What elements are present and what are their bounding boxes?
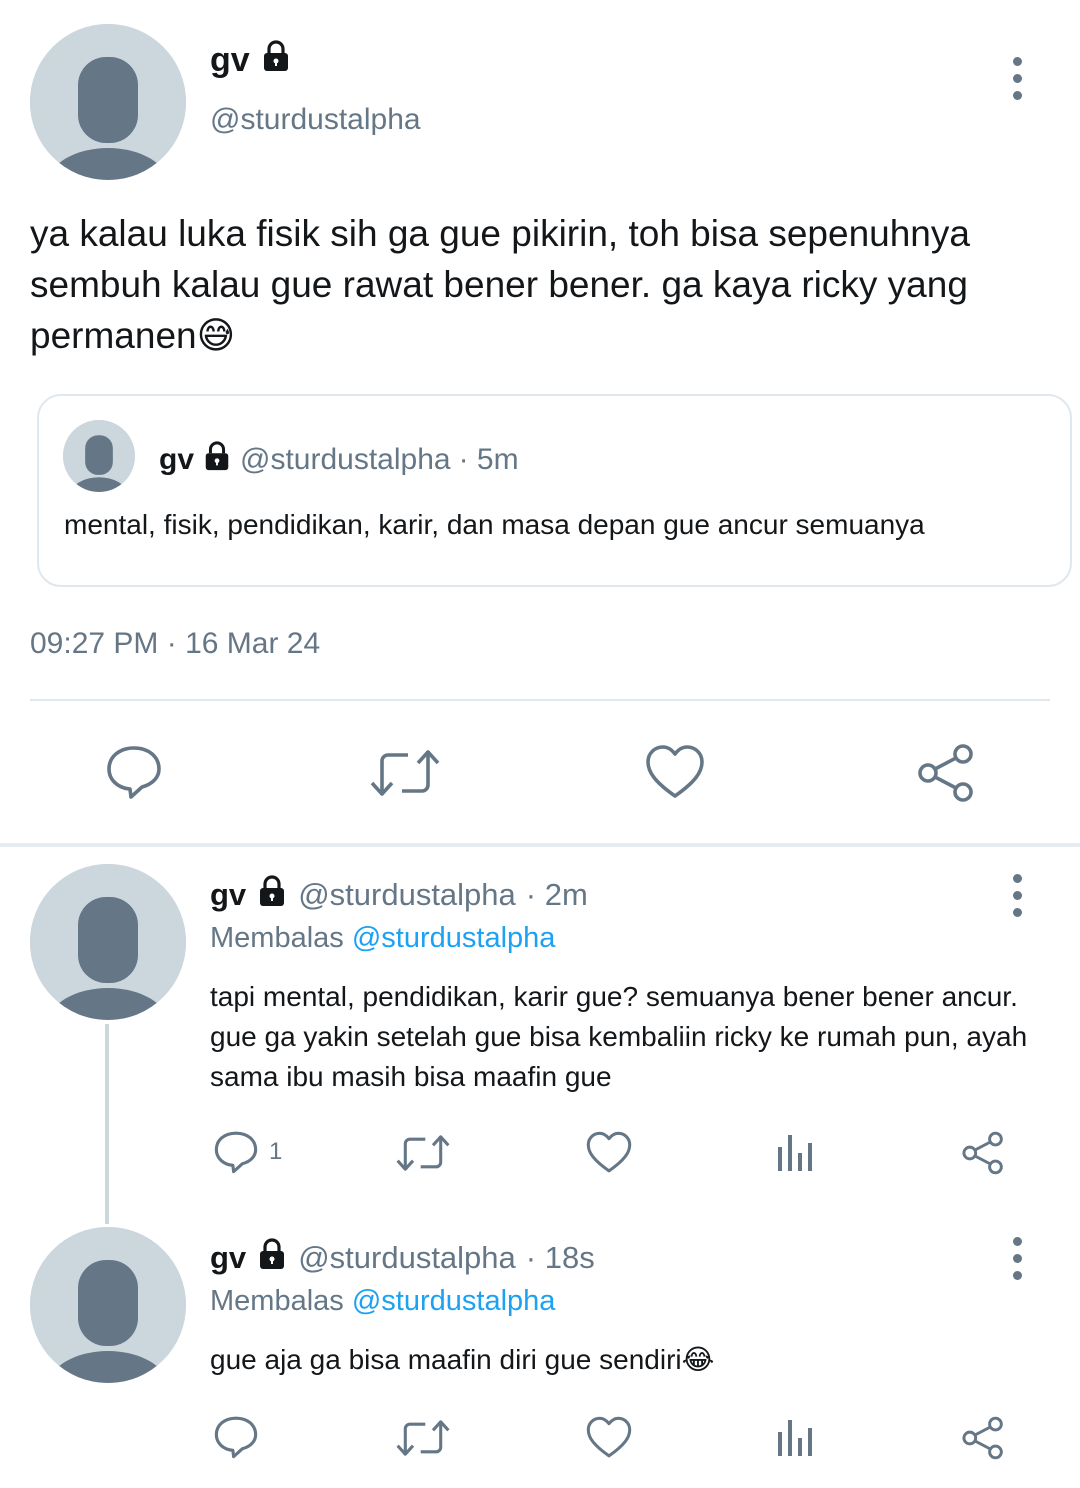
sweat-smile-emoji: 😅 <box>196 315 236 356</box>
replying-to: Membalas @sturdustalpha <box>210 1285 555 1318</box>
heart-icon <box>646 745 704 798</box>
reply-text: gue aja ga bisa maafin diri gue sendiri😂 <box>210 1340 1030 1380</box>
reply-body: tapi mental, pendidikan, karir gue? semu… <box>210 981 1028 1092</box>
reply-icon <box>214 1131 258 1174</box>
share-button[interactable] <box>915 743 977 803</box>
reply-icon <box>107 746 161 799</box>
retweet-icon <box>370 750 440 796</box>
retweet-icon <box>396 1135 450 1171</box>
share-icon <box>918 744 973 802</box>
reply-icon <box>214 1416 258 1459</box>
share-button[interactable] <box>960 1131 1006 1175</box>
replying-to-handle[interactable]: @sturdustalpha <box>352 922 556 954</box>
replying-to-label: Membalas <box>210 1285 344 1317</box>
reply-body: gue aja ga bisa maafin diri gue sendiri <box>210 1344 682 1375</box>
main-author-handle[interactable]: @sturdustalpha <box>210 103 421 137</box>
views-button[interactable] <box>776 1133 816 1173</box>
main-avatar[interactable] <box>30 24 186 180</box>
share-button[interactable] <box>960 1416 1006 1460</box>
quoted-tweet-header: gv @sturdustalpha · 5m <box>159 441 519 479</box>
retweet-button[interactable] <box>370 747 440 799</box>
main-tweet-timestamp: 09:27 PM · 16 Mar 24 <box>30 627 321 660</box>
joy-emoji: 😂 <box>681 1344 715 1375</box>
retweet-button[interactable] <box>396 1133 450 1173</box>
quoted-tweet-age: · 5m <box>458 443 519 476</box>
heart-icon <box>586 1131 632 1173</box>
reply-avatar[interactable] <box>30 1227 186 1383</box>
reply-header: gv @sturdustalpha · 18s <box>210 1238 595 1278</box>
more-options-icon[interactable] <box>1009 874 1025 925</box>
retweet-icon <box>396 1420 450 1456</box>
quoted-author-handle: @sturdustalpha <box>240 443 451 476</box>
reply-author-name[interactable]: gv <box>210 877 246 913</box>
lock-icon <box>202 441 232 479</box>
more-options-icon[interactable] <box>1009 1237 1025 1288</box>
reply-avatar[interactable] <box>30 864 186 1020</box>
views-icon <box>778 1420 812 1456</box>
views-button[interactable] <box>776 1418 816 1458</box>
replying-to: Membalas @sturdustalpha <box>210 922 555 955</box>
divider <box>30 699 1050 701</box>
reply-button[interactable] <box>213 1415 269 1459</box>
views-icon <box>778 1135 812 1171</box>
lock-icon <box>256 875 288 915</box>
main-author-row: gv <box>210 40 292 81</box>
quoted-avatar <box>63 420 135 492</box>
like-button[interactable] <box>586 1416 632 1459</box>
reply-button[interactable] <box>105 744 163 800</box>
thread-connector <box>105 1024 109 1224</box>
reply-age: · 2m <box>525 877 588 912</box>
reply-author-handle[interactable]: @sturdustalpha <box>298 1240 516 1276</box>
main-author-name[interactable]: gv <box>210 41 250 80</box>
like-button[interactable] <box>586 1131 632 1174</box>
reply-button[interactable]: 1 <box>213 1130 282 1174</box>
replying-to-handle[interactable]: @sturdustalpha <box>352 1285 556 1317</box>
reply-header: gv @sturdustalpha · 2m <box>210 875 588 915</box>
main-tweet-body: ya kalau luka fisik sih ga gue pikirin, … <box>30 213 970 356</box>
replying-to-label: Membalas <box>210 922 344 954</box>
share-icon <box>962 1416 1003 1460</box>
quoted-tweet-text: mental, fisik, pendidikan, karir, dan ma… <box>64 509 925 540</box>
heart-icon <box>586 1416 632 1458</box>
lock-icon <box>256 1238 288 1278</box>
reply-text: tapi mental, pendidikan, karir gue? semu… <box>210 977 1030 1097</box>
reply-author-handle[interactable]: @sturdustalpha <box>298 877 516 913</box>
like-button[interactable] <box>645 744 705 800</box>
more-options-icon[interactable] <box>1009 57 1025 108</box>
reply-age: · 18s <box>525 1240 595 1275</box>
lock-icon <box>260 40 292 81</box>
retweet-button[interactable] <box>396 1418 450 1458</box>
reply-author-name[interactable]: gv <box>210 1240 246 1276</box>
quoted-author-name: gv <box>159 443 195 476</box>
quoted-tweet-card[interactable]: gv @sturdustalpha · 5m mental, fisik, pe… <box>37 394 1072 587</box>
section-divider <box>0 843 1080 847</box>
main-tweet-text: ya kalau luka fisik sih ga gue pikirin, … <box>30 208 1050 361</box>
share-icon <box>962 1131 1003 1175</box>
reply-count: 1 <box>269 1138 283 1165</box>
